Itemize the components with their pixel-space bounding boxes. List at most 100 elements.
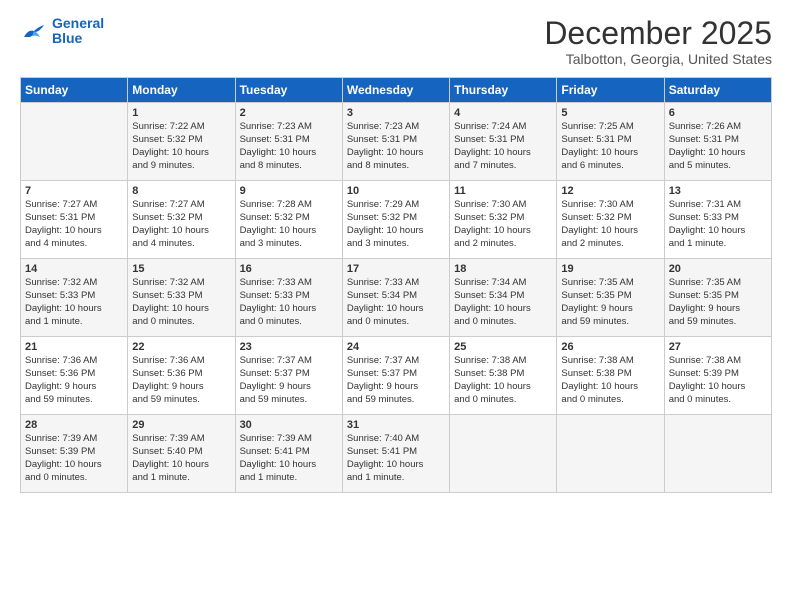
day-number: 3 [347,107,445,119]
table-row: 6 Sunrise: 7:26 AM Sunset: 5:31 PM Daylig… [664,103,771,181]
table-row: 21 Sunrise: 7:36 AM Sunset: 5:36 PM Dayli… [21,337,128,415]
table-row: 11 Sunrise: 7:30 AM Sunset: 5:32 PM Dayli… [450,181,557,259]
table-row [450,415,557,493]
day-number: 9 [240,185,338,197]
day-info: Sunrise: 7:38 AM Sunset: 5:38 PM Dayligh… [561,355,659,406]
logo-icon [20,19,48,43]
month-title: December 2025 [544,16,772,51]
day-number: 22 [132,341,230,353]
table-row: 27 Sunrise: 7:38 AM Sunset: 5:39 PM Dayli… [664,337,771,415]
calendar-week-row: 28 Sunrise: 7:39 AM Sunset: 5:39 PM Dayli… [21,415,772,493]
table-row: 22 Sunrise: 7:36 AM Sunset: 5:36 PM Dayli… [128,337,235,415]
day-info: Sunrise: 7:29 AM Sunset: 5:32 PM Dayligh… [347,199,445,250]
logo: General Blue [20,16,104,47]
table-row [557,415,664,493]
table-row: 24 Sunrise: 7:37 AM Sunset: 5:37 PM Dayli… [342,337,449,415]
logo-text: General Blue [52,16,104,47]
day-number: 2 [240,107,338,119]
header-saturday: Saturday [664,78,771,103]
table-row: 9 Sunrise: 7:28 AM Sunset: 5:32 PM Daylig… [235,181,342,259]
day-number: 13 [669,185,767,197]
calendar-week-row: 21 Sunrise: 7:36 AM Sunset: 5:36 PM Dayli… [21,337,772,415]
day-number: 29 [132,419,230,431]
day-info: Sunrise: 7:22 AM Sunset: 5:32 PM Dayligh… [132,121,230,172]
table-row: 7Sunrise: 7:27 AM Sunset: 5:31 PM Daylig… [21,181,128,259]
day-info: Sunrise: 7:39 AM Sunset: 5:39 PM Dayligh… [25,433,123,484]
calendar-table: Sunday Monday Tuesday Wednesday Thursday… [20,77,772,493]
day-number: 14 [25,263,123,275]
day-info: Sunrise: 7:26 AM Sunset: 5:31 PM Dayligh… [669,121,767,172]
day-info: Sunrise: 7:40 AM Sunset: 5:41 PM Dayligh… [347,433,445,484]
table-row: 30 Sunrise: 7:39 AM Sunset: 5:41 PM Dayli… [235,415,342,493]
day-number: 21 [25,341,123,353]
header-thursday: Thursday [450,78,557,103]
calendar-week-row: 14 Sunrise: 7:32 AM Sunset: 5:33 PM Dayli… [21,259,772,337]
day-info: Sunrise: 7:36 AM Sunset: 5:36 PM Dayligh… [132,355,230,406]
day-info: Sunrise: 7:39 AM Sunset: 5:40 PM Dayligh… [132,433,230,484]
day-number: 11 [454,185,552,197]
table-row: 14 Sunrise: 7:32 AM Sunset: 5:33 PM Dayli… [21,259,128,337]
header-sunday: Sunday [21,78,128,103]
day-number: 30 [240,419,338,431]
table-row: 2 Sunrise: 7:23 AM Sunset: 5:31 PM Daylig… [235,103,342,181]
day-info: Sunrise: 7:25 AM Sunset: 5:31 PM Dayligh… [561,121,659,172]
table-row: 18 Sunrise: 7:34 AM Sunset: 5:34 PM Dayli… [450,259,557,337]
day-number: 12 [561,185,659,197]
day-number: 18 [454,263,552,275]
day-number: 28 [25,419,123,431]
day-number: 10 [347,185,445,197]
day-info: Sunrise: 7:38 AM Sunset: 5:39 PM Dayligh… [669,355,767,406]
table-row: 8 Sunrise: 7:27 AM Sunset: 5:32 PM Daylig… [128,181,235,259]
location: Talbotton, Georgia, United States [544,51,772,67]
header-tuesday: Tuesday [235,78,342,103]
weekday-header-row: Sunday Monday Tuesday Wednesday Thursday… [21,78,772,103]
day-number: 15 [132,263,230,275]
day-info: Sunrise: 7:37 AM Sunset: 5:37 PM Dayligh… [240,355,338,406]
day-info: Sunrise: 7:39 AM Sunset: 5:41 PM Dayligh… [240,433,338,484]
day-number: 31 [347,419,445,431]
table-row: 17Sunrise: 7:33 AM Sunset: 5:34 PM Dayli… [342,259,449,337]
day-info: Sunrise: 7:37 AM Sunset: 5:37 PM Dayligh… [347,355,445,406]
day-info: Sunrise: 7:27 AM Sunset: 5:32 PM Dayligh… [132,199,230,250]
table-row: 12 Sunrise: 7:30 AM Sunset: 5:32 PM Dayli… [557,181,664,259]
day-info: Sunrise: 7:23 AM Sunset: 5:31 PM Dayligh… [240,121,338,172]
day-info: Sunrise: 7:36 AM Sunset: 5:36 PM Dayligh… [25,355,123,406]
day-info: Sunrise: 7:32 AM Sunset: 5:33 PM Dayligh… [25,277,123,328]
table-row [664,415,771,493]
day-number: 1 [132,107,230,119]
day-number: 5 [561,107,659,119]
day-number: 19 [561,263,659,275]
day-info: Sunrise: 7:38 AM Sunset: 5:38 PM Dayligh… [454,355,552,406]
table-row: 10 Sunrise: 7:29 AM Sunset: 5:32 PM Dayli… [342,181,449,259]
day-info: Sunrise: 7:30 AM Sunset: 5:32 PM Dayligh… [454,199,552,250]
title-area: December 2025 Talbotton, Georgia, United… [544,16,772,67]
day-number: 24 [347,341,445,353]
table-row [21,103,128,181]
header-friday: Friday [557,78,664,103]
table-row: 31 Sunrise: 7:40 AM Sunset: 5:41 PM Dayli… [342,415,449,493]
calendar-week-row: 7Sunrise: 7:27 AM Sunset: 5:31 PM Daylig… [21,181,772,259]
table-row: 28 Sunrise: 7:39 AM Sunset: 5:39 PM Dayli… [21,415,128,493]
header: General Blue December 2025 Talbotton, Ge… [20,16,772,67]
calendar-week-row: 1 Sunrise: 7:22 AM Sunset: 5:32 PM Daylig… [21,103,772,181]
day-info: Sunrise: 7:24 AM Sunset: 5:31 PM Dayligh… [454,121,552,172]
day-info: Sunrise: 7:28 AM Sunset: 5:32 PM Dayligh… [240,199,338,250]
table-row: 19Sunrise: 7:35 AM Sunset: 5:35 PM Dayli… [557,259,664,337]
day-number: 20 [669,263,767,275]
day-number: 17 [347,263,445,275]
day-number: 6 [669,107,767,119]
day-number: 16 [240,263,338,275]
table-row: 1 Sunrise: 7:22 AM Sunset: 5:32 PM Daylig… [128,103,235,181]
table-row: 4Sunrise: 7:24 AM Sunset: 5:31 PM Daylig… [450,103,557,181]
day-info: Sunrise: 7:33 AM Sunset: 5:33 PM Dayligh… [240,277,338,328]
day-number: 8 [132,185,230,197]
day-info: Sunrise: 7:30 AM Sunset: 5:32 PM Dayligh… [561,199,659,250]
day-number: 27 [669,341,767,353]
day-number: 26 [561,341,659,353]
day-number: 23 [240,341,338,353]
day-info: Sunrise: 7:23 AM Sunset: 5:31 PM Dayligh… [347,121,445,172]
table-row: 16 Sunrise: 7:33 AM Sunset: 5:33 PM Dayli… [235,259,342,337]
table-row: 23 Sunrise: 7:37 AM Sunset: 5:37 PM Dayli… [235,337,342,415]
day-info: Sunrise: 7:34 AM Sunset: 5:34 PM Dayligh… [454,277,552,328]
table-row: 20Sunrise: 7:35 AM Sunset: 5:35 PM Dayli… [664,259,771,337]
